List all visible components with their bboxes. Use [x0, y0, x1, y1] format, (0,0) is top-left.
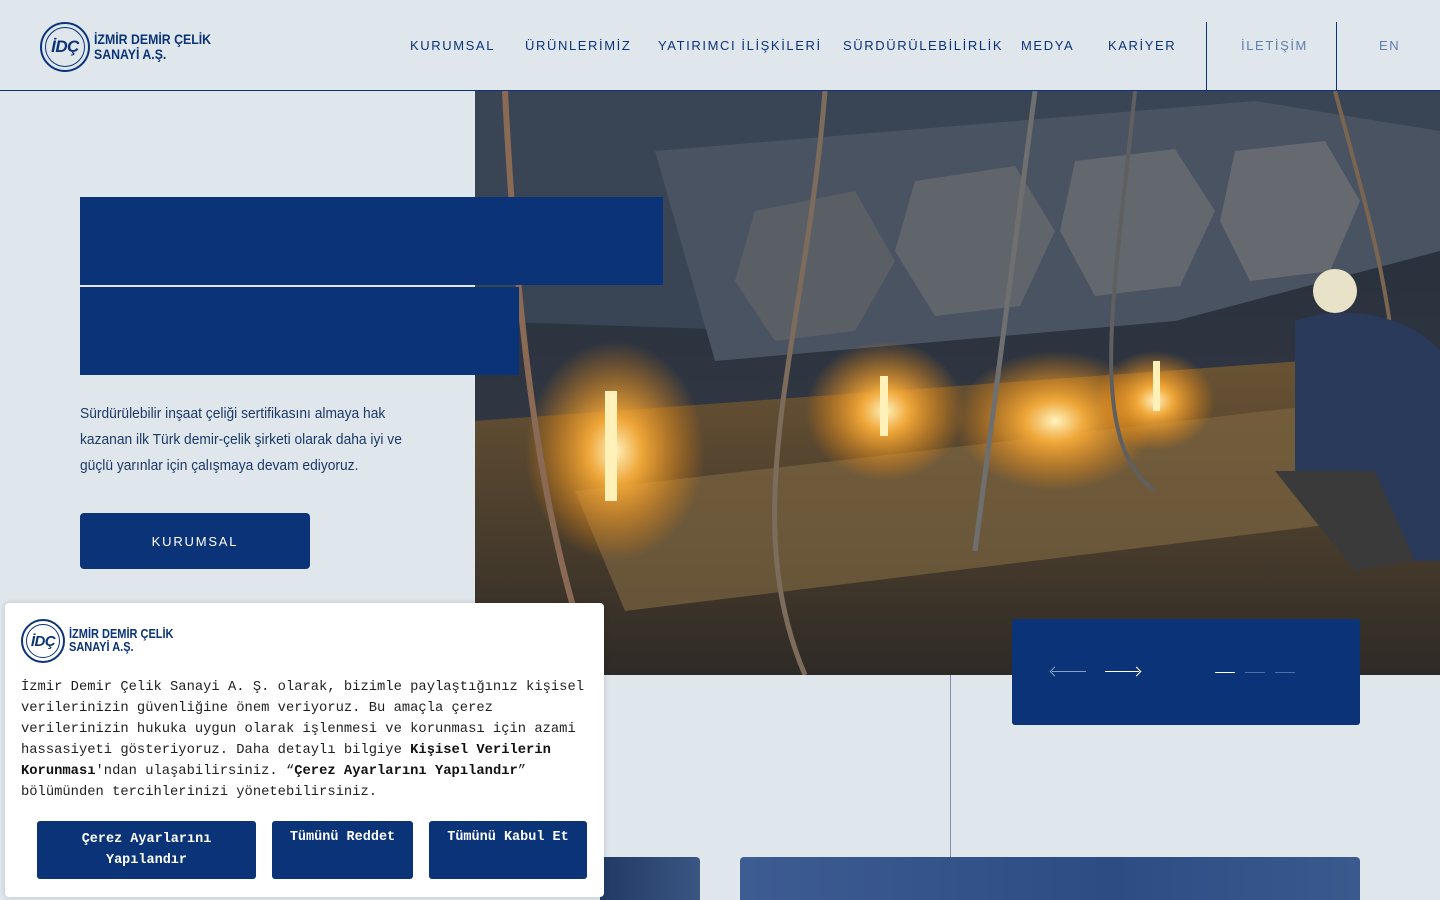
steel-mill-illustration — [475, 91, 1440, 675]
cookie-settings-link[interactable]: Çerez Ayarlarını Yapılandır — [294, 764, 518, 779]
slider-dot[interactable] — [1215, 672, 1235, 673]
nav-medya[interactable]: MEDYA — [1021, 38, 1074, 53]
logo-wordmark: İZMİR DEMİR ÇELİK SANAYİ A.Ş. — [94, 32, 211, 62]
logo-line-1: İZMİR DEMİR ÇELİK — [94, 31, 212, 47]
logo-line-2: SANAYİ A.Ş. — [69, 640, 134, 654]
logo-mark: İDÇ — [51, 37, 79, 56]
hero-title-block — [80, 197, 663, 285]
logo-line-1: İZMİR DEMİR ÇELİK — [69, 627, 174, 641]
product-card[interactable] — [600, 857, 700, 900]
hero-description: Sürdürülebilir inşaat çeliği sertifikası… — [80, 405, 402, 474]
reject-all-button[interactable]: Tümünü Reddet — [272, 821, 413, 879]
product-card[interactable] — [740, 857, 1360, 900]
nav-urunlerimiz[interactable]: ÜRÜNLERİMİZ — [525, 38, 631, 53]
configure-cookies-button[interactable]: Çerez Ayarlarını Yapılandır — [37, 821, 256, 879]
nav-surdurulebilirlik[interactable]: SÜRDÜRÜLEBİLİRLİK — [843, 38, 1003, 53]
hero-kurumsal-button[interactable]: KURUMSAL — [80, 513, 310, 569]
cookie-message: İzmir Demir Çelik Sanayi A. Ş. olarak, b… — [21, 677, 593, 803]
site-header: İDÇ İZMİR DEMİR ÇELİK SANAYİ A.Ş. KURUMS… — [0, 0, 1440, 91]
cookie-brand-logo: İDÇ İZMİR DEMİR ÇELİK SANAYİ A.Ş. — [21, 619, 188, 663]
nav-kurumsal[interactable]: KURUMSAL — [410, 38, 495, 53]
nav-divider — [1206, 22, 1207, 90]
nav-divider — [1336, 22, 1337, 90]
nav-yatirimci-iliskileri[interactable]: YATIRIMCI İLİŞKİLERİ — [658, 38, 822, 53]
logo-line-2: SANAYİ A.Ş. — [94, 46, 167, 62]
nav-iletisim[interactable]: İLETİŞİM — [1241, 38, 1308, 53]
hero-image — [475, 91, 1440, 675]
slider-dot[interactable] — [1245, 672, 1265, 673]
arrow-left-icon[interactable] — [1052, 671, 1086, 672]
language-switch[interactable]: EN — [1379, 38, 1400, 53]
hero-title-block — [80, 287, 519, 375]
slider-controls — [1012, 619, 1360, 725]
slider-dot[interactable] — [1275, 672, 1295, 673]
section-divider — [950, 675, 951, 857]
logo-mark: İDÇ — [30, 632, 56, 650]
cookie-consent-dialog: İDÇ İZMİR DEMİR ÇELİK SANAYİ A.Ş. İzmir … — [5, 603, 604, 897]
logo-wordmark: İZMİR DEMİR ÇELİK SANAYİ A.Ş. — [69, 628, 174, 654]
cookie-text-part: 'ndan ulaşabilirsiniz. “ — [95, 764, 295, 779]
arrow-right-icon[interactable] — [1105, 671, 1139, 672]
logo-emblem: İDÇ — [40, 22, 90, 72]
brand-logo[interactable]: İDÇ İZMİR DEMİR ÇELİK SANAYİ A.Ş. — [40, 22, 227, 72]
logo-emblem: İDÇ — [21, 619, 65, 663]
accept-all-button[interactable]: Tümünü Kabul Et — [429, 821, 587, 879]
nav-kariyer[interactable]: KARİYER — [1108, 38, 1176, 53]
